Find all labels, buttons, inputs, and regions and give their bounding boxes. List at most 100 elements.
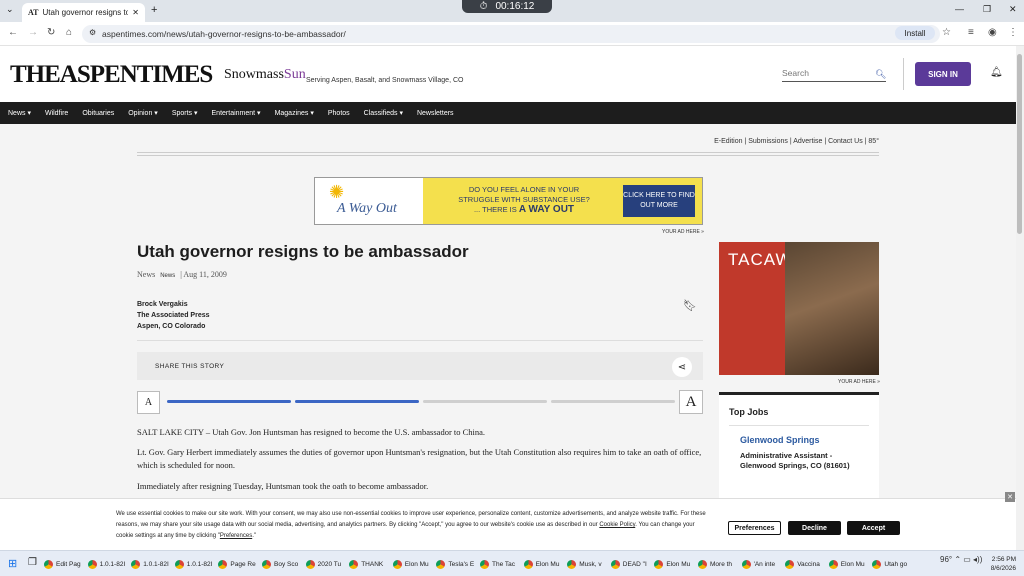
- menu-icon[interactable]: ⋮: [1008, 27, 1018, 38]
- accept-button[interactable]: Accept: [847, 521, 900, 535]
- font-size-decrease-button[interactable]: A: [137, 391, 160, 414]
- taskbar-item[interactable]: Boy Sco: [262, 556, 302, 572]
- media-icon[interactable]: ≡: [968, 27, 974, 38]
- taskbar-item[interactable]: 'An inte: [741, 556, 782, 572]
- nav-item-wildfire[interactable]: Wildfire: [45, 110, 68, 117]
- taskbar-item[interactable]: 2020 Tu: [305, 556, 346, 572]
- search-input[interactable]: Search: [782, 66, 886, 82]
- font-size-step[interactable]: [423, 400, 547, 403]
- taskbar-item[interactable]: Vaccina: [785, 556, 825, 572]
- utility-links[interactable]: E-Edition | Submissions | Advertise | Co…: [660, 138, 879, 145]
- taskbar-item[interactable]: DEAD "I: [610, 556, 651, 572]
- taskbar-item[interactable]: More th: [698, 556, 738, 572]
- profile-icon[interactable]: ◉: [988, 27, 997, 38]
- section-label[interactable]: News: [137, 270, 155, 279]
- article-date: | Aug 11, 2009: [180, 270, 227, 279]
- scrollbar-thumb[interactable]: [1017, 54, 1022, 234]
- preferences-link[interactable]: Preferences: [220, 533, 252, 539]
- chrome-icon: [698, 559, 707, 569]
- back-icon[interactable]: ←: [8, 27, 18, 38]
- byline: Brock Vergakis The Associated Press Aspe…: [137, 299, 210, 332]
- taskbar-item[interactable]: Elon Mu: [654, 556, 694, 572]
- chrome-icon: [610, 559, 620, 569]
- cookie-policy-link[interactable]: Cookie Policy: [599, 522, 635, 528]
- taskbar-item-label: 1.0.1-82I: [99, 560, 126, 568]
- reload-icon[interactable]: ↻: [47, 27, 55, 38]
- recording-timer: ⏱ 00:16:12: [462, 0, 552, 13]
- site-info-icon[interactable]: ⚙: [89, 28, 96, 37]
- your-ad-here-link[interactable]: YOUR AD HERE »: [838, 379, 880, 385]
- taskbar-item-label: Vaccina: [797, 560, 820, 568]
- taskbar-item[interactable]: Utah go: [872, 556, 912, 572]
- nav-item-opinion[interactable]: Opinion ▾: [128, 109, 158, 117]
- home-icon[interactable]: ⌂: [66, 27, 72, 38]
- forward-icon[interactable]: →: [28, 27, 38, 38]
- taskbar-item[interactable]: THANK: [349, 556, 389, 572]
- banner-ad[interactable]: ✺ A Way Out DO YOU FEEL ALONE IN YOUR ST…: [314, 177, 703, 225]
- taskbar-item[interactable]: Edit Pag: [44, 556, 84, 572]
- chrome-icon: [44, 559, 53, 569]
- tab-list-icon[interactable]: ⌄: [6, 4, 14, 15]
- taskbar-item[interactable]: 1.0.1-82I: [131, 556, 171, 572]
- article-headline: Utah governor resigns to be ambassador: [137, 242, 469, 261]
- your-ad-here-link[interactable]: YOUR AD HERE »: [662, 229, 704, 235]
- taskbar-item[interactable]: Page Re: [218, 556, 258, 572]
- taskbar-item[interactable]: Elon Mu: [392, 556, 433, 572]
- font-size-step[interactable]: [551, 400, 675, 403]
- taskbar-item[interactable]: Elon Mu: [828, 556, 869, 572]
- tag-label[interactable]: News: [160, 273, 175, 279]
- close-icon[interactable]: ✕: [1005, 492, 1015, 502]
- snowmass-sun-logo[interactable]: SnowmassSun: [224, 67, 306, 83]
- taskbar-item[interactable]: Musk, v: [567, 556, 607, 572]
- author-name: Brock Vergakis: [137, 301, 188, 308]
- scrollbar[interactable]: [1016, 46, 1024, 550]
- site-logo[interactable]: THEASPENTIMES: [10, 61, 213, 89]
- article-paragraph: Immediately after resigning Tuesday, Hun…: [137, 481, 429, 491]
- nav-item-entertainment[interactable]: Entertainment ▾: [212, 109, 261, 117]
- header-divider: [903, 58, 904, 90]
- nav-item-newsletters[interactable]: Newsletters: [417, 110, 454, 117]
- restore-icon[interactable]: ❐: [983, 4, 991, 15]
- browser-tab[interactable]: AT Utah governor resigns to be am ✕: [22, 3, 145, 22]
- taskbar-item[interactable]: 1.0.1-82I: [174, 556, 215, 572]
- task-view-icon[interactable]: ❐: [28, 557, 37, 568]
- font-size-step[interactable]: [295, 400, 419, 403]
- ad-cta-button[interactable]: CLICK HERE TO FIND OUT MORE: [623, 185, 695, 217]
- new-tab-button[interactable]: +: [151, 4, 157, 16]
- taskbar-item-label: THANK: [361, 560, 384, 568]
- job-location[interactable]: Glenwood Springs: [740, 435, 820, 445]
- taskbar-item[interactable]: Tesla's E: [436, 556, 476, 572]
- close-window-icon[interactable]: ✕: [1009, 4, 1017, 15]
- search-icon[interactable]: 🔍︎: [875, 69, 886, 80]
- taskbar-item[interactable]: The Tac: [480, 556, 520, 572]
- nav-item-sports[interactable]: Sports ▾: [172, 109, 198, 117]
- system-tray[interactable]: 96° ⌃ ▭ ◂)): [940, 555, 982, 564]
- job-title[interactable]: Administrative Assistant - Glenwood Spri…: [740, 451, 870, 471]
- nav-item-classifieds[interactable]: Classifieds ▾: [364, 109, 403, 117]
- bell-icon[interactable]: 🔔︎: [990, 67, 1003, 78]
- nav-item-magazines[interactable]: Magazines ▾: [275, 109, 314, 117]
- preferences-button[interactable]: Preferences: [728, 521, 781, 535]
- bookmark-star-icon[interactable]: ☆: [942, 27, 951, 38]
- bookmark-icon[interactable]: 🔖︎: [683, 299, 697, 312]
- sun-text: Sun: [283, 67, 306, 82]
- share-icon[interactable]: ⋖: [672, 357, 692, 377]
- clock[interactable]: 2:56 PM 8/6/2026: [982, 555, 1016, 573]
- taskbar-item[interactable]: Elon Mu: [523, 556, 564, 572]
- font-size-increase-button[interactable]: A: [679, 390, 703, 414]
- decline-button[interactable]: Decline: [788, 521, 841, 535]
- close-tab-icon[interactable]: ✕: [132, 8, 139, 17]
- chrome-icon: [480, 559, 489, 569]
- sign-in-button[interactable]: SIGN IN: [915, 62, 971, 86]
- minimize-icon[interactable]: —: [955, 4, 964, 14]
- font-size-step[interactable]: [167, 400, 291, 403]
- sidebar-ad[interactable]: TACAW: [719, 242, 879, 375]
- nav-item-obituaries[interactable]: Obituaries: [82, 110, 114, 117]
- chrome-icon: [349, 559, 359, 569]
- url-field[interactable]: ⚙ aspentimes.com/news/utah-governor-resi…: [82, 25, 940, 43]
- nav-item-photos[interactable]: Photos: [328, 110, 350, 117]
- taskbar-item[interactable]: 1.0.1-82I: [87, 556, 128, 572]
- nav-item-news[interactable]: News ▾: [8, 109, 31, 117]
- start-icon[interactable]: ⊞: [8, 557, 17, 570]
- install-button[interactable]: Install: [895, 26, 935, 40]
